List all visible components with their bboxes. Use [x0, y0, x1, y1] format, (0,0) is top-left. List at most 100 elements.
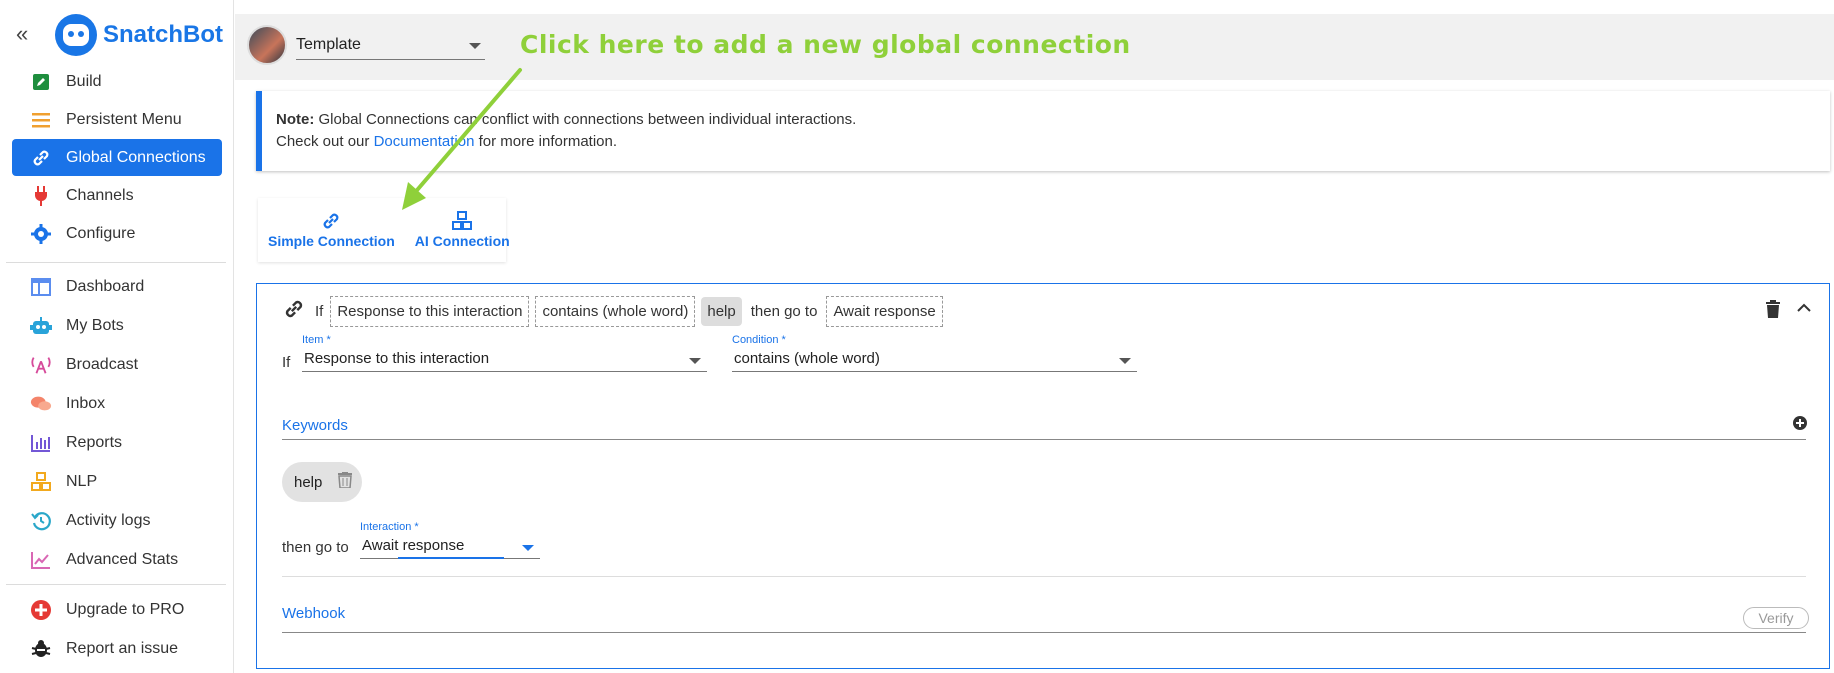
cubes-icon	[451, 211, 473, 233]
sidebar-item-label: My Bots	[66, 316, 124, 334]
if-label: If	[282, 354, 291, 371]
summary-condition-chip: contains (whole word)	[535, 295, 696, 327]
webhook-underline	[282, 632, 1806, 633]
documentation-link[interactable]: Documentation	[374, 133, 475, 150]
note-banner: Note: Global Connections can conflict wi…	[256, 91, 1830, 171]
sidebar-item-advanced-stats[interactable]: Advanced Stats	[12, 541, 222, 578]
gear-icon	[30, 223, 52, 245]
note-prefix: Note:	[276, 111, 315, 128]
chevron-up-icon[interactable]	[1797, 300, 1811, 318]
sidebar-item-report-issue[interactable]: Report an issue	[12, 630, 222, 667]
goto-label: then go to	[282, 539, 349, 556]
delete-keyword-icon[interactable]	[338, 471, 353, 493]
dashboard-icon	[30, 276, 52, 298]
sidebar-item-label: Global Connections	[66, 148, 206, 166]
keyword-chip-label: help	[294, 473, 323, 491]
focus-underline	[398, 557, 504, 559]
summary-item-chip: Response to this interaction	[330, 295, 530, 327]
sidebar-item-label: Build	[66, 72, 102, 90]
webhook-title: Webhook	[282, 605, 346, 622]
sidebar-item-label: Reports	[66, 433, 123, 451]
sidebar-item-label: Channels	[66, 186, 134, 204]
sidebar-item-inbox[interactable]: Inbox	[12, 385, 222, 422]
trash-icon[interactable]	[1765, 300, 1781, 323]
sidebar-divider	[6, 584, 226, 585]
sidebar-item-label: NLP	[66, 472, 98, 490]
connection-type-buttons: Simple Connection AI Connection	[258, 198, 510, 262]
menu-lines-icon	[30, 109, 52, 131]
link-icon	[283, 298, 305, 324]
condition-field-value: contains (whole word)	[732, 346, 1137, 372]
keywords-title: Keywords	[282, 417, 348, 434]
item-field[interactable]: Item * Response to this interaction	[302, 334, 707, 372]
sidebar-item-label: Advanced Stats	[66, 550, 179, 568]
sidebar-item-label: Report an issue	[66, 639, 179, 657]
summary-then-go-to: then go to	[750, 302, 818, 320]
plug-icon	[30, 185, 52, 207]
sidebar-item-label: Broadcast	[66, 355, 139, 373]
add-keyword-icon[interactable]	[1793, 416, 1807, 435]
app-name: SnatchBot	[103, 21, 223, 48]
bug-icon	[30, 638, 52, 660]
sidebar-item-channels[interactable]: Channels	[12, 177, 222, 214]
interaction-field-value: Await response	[360, 533, 540, 559]
interaction-field[interactable]: Interaction * Await response	[360, 521, 540, 559]
robot-icon	[30, 315, 52, 337]
connection-card: If Response to this interaction contains…	[256, 283, 1830, 669]
sidebar-divider	[6, 262, 226, 263]
note-line2-after: for more information.	[474, 133, 618, 150]
item-field-label: Item *	[302, 334, 331, 346]
section-divider	[282, 576, 1806, 577]
item-field-value: Response to this interaction	[302, 346, 707, 372]
tutorial-annotation: Click here to add a new global connectio…	[520, 30, 1131, 59]
bar-chart-icon	[30, 432, 52, 454]
interaction-field-label: Interaction *	[360, 521, 419, 533]
template-select[interactable]: Template	[296, 32, 485, 60]
line-chart-icon	[30, 549, 52, 571]
connection-summary[interactable]: If Response to this interaction contains…	[283, 294, 946, 328]
sidebar-item-persistent-menu[interactable]: Persistent Menu	[12, 101, 222, 138]
summary-if: If	[315, 302, 324, 320]
sidebar-item-label: Inbox	[66, 394, 106, 412]
sidebar-item-broadcast[interactable]: Broadcast	[12, 346, 222, 383]
link-icon	[30, 147, 52, 169]
sidebar-item-label: Dashboard	[66, 277, 145, 295]
sidebar-item-global-connections[interactable]: Global Connections	[12, 139, 222, 176]
chevron-down-icon	[469, 43, 481, 49]
sidebar-item-activity-logs[interactable]: Activity logs	[12, 502, 222, 539]
note-line2-before: Check out our	[276, 133, 374, 150]
item-field-text: Response to this interaction	[304, 350, 490, 367]
cubes-icon	[30, 471, 52, 493]
link-icon	[321, 211, 341, 233]
logo[interactable]: SnatchBot	[55, 14, 223, 56]
summary-keyword-tag: help	[701, 296, 742, 326]
simple-connection-button[interactable]: Simple Connection	[258, 198, 405, 262]
sidebar-item-my-bots[interactable]: My Bots	[12, 307, 222, 344]
sidebar-item-label: Activity logs	[66, 511, 151, 529]
history-icon	[30, 510, 52, 532]
keywords-underline	[282, 439, 1806, 440]
chat-bubbles-icon	[30, 393, 52, 415]
sidebar-item-label: Persistent Menu	[66, 110, 182, 128]
condition-field-label: Condition *	[732, 334, 786, 346]
topbar: Template Click here to add a new global …	[235, 14, 1834, 80]
sidebar-item-dashboard[interactable]: Dashboard	[12, 268, 222, 305]
simple-connection-label: Simple Connection	[268, 233, 395, 249]
bot-avatar[interactable]	[247, 25, 287, 65]
verify-button[interactable]: Verify	[1743, 607, 1809, 629]
sidebar-item-label: Configure	[66, 224, 136, 242]
snatchbot-logo-icon	[55, 14, 97, 56]
sidebar-item-configure[interactable]: Configure	[12, 215, 222, 252]
chevron-down-icon	[522, 545, 534, 551]
sidebar-item-label: Upgrade to PRO	[66, 600, 185, 618]
collapse-sidebar-icon[interactable]: «	[16, 23, 28, 45]
template-select-value: Template	[296, 36, 361, 53]
sidebar-item-reports[interactable]: Reports	[12, 424, 222, 461]
interaction-field-text: Await response	[362, 537, 465, 554]
ai-connection-button[interactable]: AI Connection	[405, 198, 520, 262]
sidebar-item-nlp[interactable]: NLP	[12, 463, 222, 500]
sidebar-item-upgrade[interactable]: Upgrade to PRO	[12, 591, 222, 628]
condition-field[interactable]: Condition * contains (whole word)	[732, 334, 1137, 372]
chevron-down-icon	[1119, 358, 1131, 364]
sidebar-item-build[interactable]: Build	[12, 63, 222, 100]
